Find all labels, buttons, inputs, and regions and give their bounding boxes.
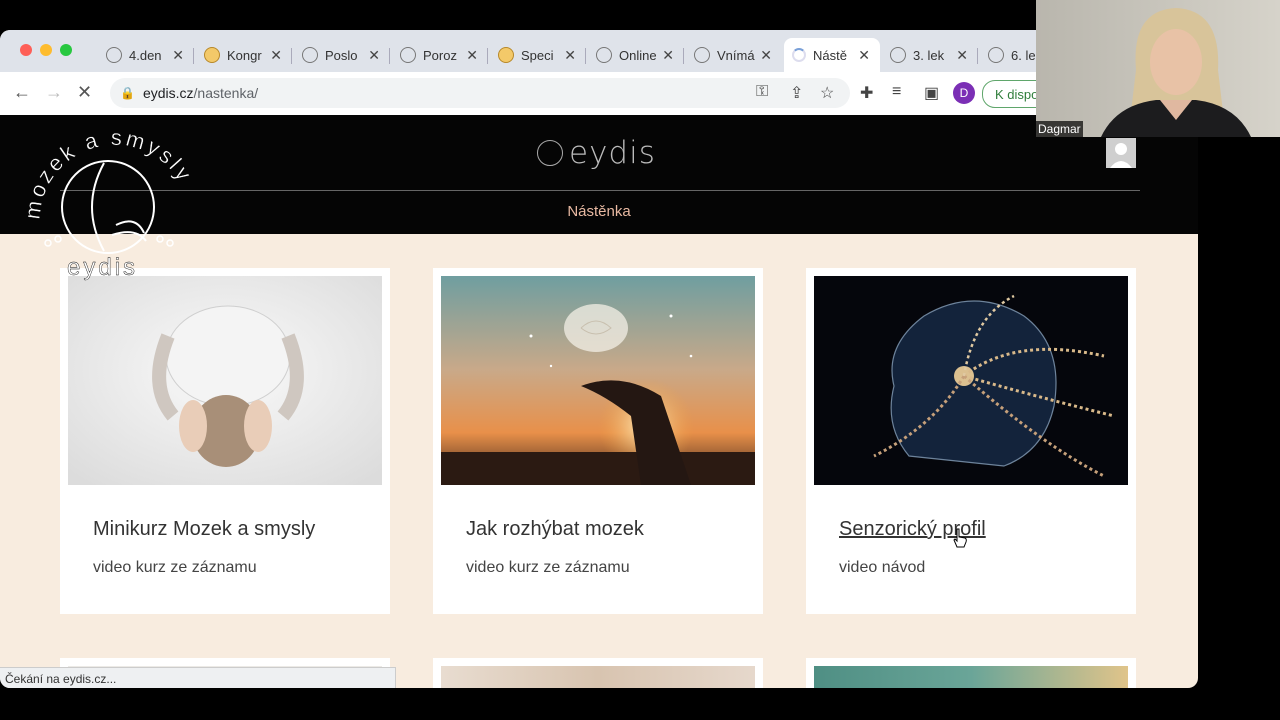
tab-title: Poslo bbox=[325, 47, 358, 63]
participant-name-label: Dagmar bbox=[1036, 121, 1083, 137]
webcam-video bbox=[1036, 0, 1280, 137]
tab-title: Poroz bbox=[423, 47, 457, 63]
tab-nastenka[interactable]: Nástě ✕ bbox=[784, 38, 880, 72]
stop-loading-icon[interactable]: ✕ bbox=[77, 82, 92, 103]
tab-favicon-icon bbox=[988, 47, 1004, 63]
card-subtitle: video návod bbox=[839, 559, 926, 576]
url-domain: eydis.cz bbox=[142, 85, 194, 101]
participant-avatar-icon[interactable] bbox=[1106, 138, 1136, 168]
card-title[interactable]: Jak rozhýbat mozek bbox=[466, 518, 644, 541]
person-holding-head-photo[interactable] bbox=[68, 276, 382, 485]
tab-close-icon[interactable]: ✕ bbox=[172, 47, 184, 64]
minimize-window-button[interactable] bbox=[40, 44, 52, 56]
tab-close-icon[interactable]: ✕ bbox=[368, 47, 380, 64]
hand-cursor-icon bbox=[953, 528, 967, 548]
tab-favicon-icon bbox=[596, 47, 612, 63]
course-card-row2-3[interactable] bbox=[806, 658, 1136, 688]
course-card-jak-rozhybat[interactable]: Jak rozhýbat mozek video kurz ze záznamu bbox=[433, 268, 763, 614]
address-bar[interactable]: 🔒 eydis.cz/nastenka/ bbox=[110, 78, 850, 108]
site-logo[interactable]: eydis bbox=[537, 135, 656, 171]
browser-toolbar: ← → ✕ 🔒 eydis.cz/nastenka/ ⚿ ⇪ ☆ ✚ ≡ ▣ D… bbox=[0, 72, 1198, 115]
tab-title: 3. lek bbox=[913, 47, 945, 63]
tab-vnima[interactable]: Vnímá ✕ bbox=[686, 38, 782, 72]
course-card-senzoricky-profil[interactable]: Senzorický profil video návod bbox=[806, 268, 1136, 614]
tab-favicon-icon bbox=[694, 47, 710, 63]
extensions-puzzle-icon[interactable]: ✚ bbox=[860, 83, 873, 103]
share-icon[interactable]: ⇪ bbox=[790, 83, 803, 103]
tab-close-icon[interactable]: ✕ bbox=[564, 47, 576, 64]
forward-arrow-icon[interactable]: → bbox=[45, 82, 63, 103]
tab-favicon-icon bbox=[890, 47, 906, 63]
logo-circle-icon bbox=[537, 140, 563, 166]
url-path: /nastenka/ bbox=[193, 85, 259, 101]
course-thumbnail[interactable] bbox=[441, 666, 755, 688]
header-divider bbox=[60, 190, 1140, 191]
tab-4-den[interactable]: 4.den ✕ bbox=[98, 38, 194, 72]
tab-close-icon[interactable]: ✕ bbox=[956, 47, 968, 64]
tab-online[interactable]: Online ✕ bbox=[588, 38, 684, 72]
tab-title: 4.den bbox=[129, 47, 162, 63]
zoom-window-button[interactable] bbox=[60, 44, 72, 56]
course-thumbnail[interactable] bbox=[814, 666, 1128, 688]
mozek-a-smysly-watermark-logo: mozek a smysly eydis bbox=[20, 125, 198, 282]
neural-head-art[interactable] bbox=[814, 276, 1128, 485]
tab-close-icon[interactable]: ✕ bbox=[270, 47, 282, 64]
tab-close-icon[interactable]: ✕ bbox=[466, 47, 478, 64]
tab-close-icon[interactable]: ✕ bbox=[662, 47, 674, 64]
tab-title: Online bbox=[619, 47, 657, 63]
tab-favicon-icon bbox=[204, 47, 220, 63]
tab-close-icon[interactable]: ✕ bbox=[760, 47, 772, 64]
glowing-brain-hands-photo[interactable] bbox=[441, 276, 755, 485]
tab-favicon-icon bbox=[400, 47, 416, 63]
watermark-brand-text: eydis bbox=[67, 254, 138, 281]
close-window-button[interactable] bbox=[20, 44, 32, 56]
tab-favicon-icon bbox=[498, 47, 514, 63]
tab-close-icon[interactable]: ✕ bbox=[858, 47, 870, 64]
lock-icon: 🔒 bbox=[120, 86, 135, 100]
tab-bar: 4.den ✕ Kongr ✕ Poslo ✕ Poroz ✕ Speci ✕ … bbox=[0, 30, 1198, 72]
tab-title: Kongr bbox=[227, 47, 262, 63]
password-key-icon[interactable]: ⚿ bbox=[756, 83, 768, 101]
loading-spinner-icon bbox=[792, 48, 806, 62]
tab-title: Nástě bbox=[813, 47, 847, 63]
logo-text: eydis bbox=[569, 135, 656, 171]
card-title[interactable]: Minikurz Mozek a smysly bbox=[93, 518, 315, 541]
tab-title: Vnímá bbox=[717, 47, 755, 63]
tab-favicon-icon bbox=[106, 47, 122, 63]
watermark-ring-text: mozek a smysly bbox=[20, 125, 198, 221]
course-card-minikurz[interactable]: Minikurz Mozek a smysly video kurz ze zá… bbox=[60, 268, 390, 614]
tab-3-lek[interactable]: 3. lek ✕ bbox=[882, 38, 978, 72]
tab-speci[interactable]: Speci ✕ bbox=[490, 38, 586, 72]
profile-avatar[interactable]: D bbox=[953, 82, 975, 104]
tab-kongr[interactable]: Kongr ✕ bbox=[196, 38, 292, 72]
tab-poslo[interactable]: Poslo ✕ bbox=[294, 38, 390, 72]
card-subtitle: video kurz ze záznamu bbox=[466, 559, 630, 576]
tab-title: Speci bbox=[521, 47, 554, 63]
media-queue-icon[interactable]: ≡ bbox=[892, 83, 901, 101]
card-subtitle: video kurz ze záznamu bbox=[93, 559, 257, 576]
status-bar: Čekání na eydis.cz... bbox=[0, 667, 396, 688]
bookmark-star-icon[interactable]: ☆ bbox=[820, 83, 834, 103]
side-panel-icon[interactable]: ▣ bbox=[924, 83, 939, 103]
tab-poroz[interactable]: Poroz ✕ bbox=[392, 38, 488, 72]
tab-favicon-icon bbox=[302, 47, 318, 63]
back-arrow-icon[interactable]: ← bbox=[13, 82, 31, 103]
window-controls bbox=[20, 44, 72, 56]
course-card-row2-2[interactable] bbox=[433, 658, 763, 688]
